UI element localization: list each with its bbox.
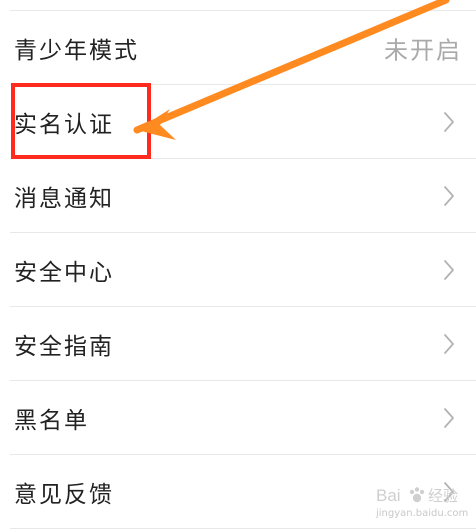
settings-item-label: 青少年模式	[14, 38, 139, 64]
settings-item-feedback[interactable]: 意见反馈	[0, 455, 476, 529]
settings-item-label: 安全中心	[14, 260, 114, 286]
settings-item-blacklist[interactable]: 黑名单	[0, 381, 476, 455]
settings-item-security-guide[interactable]: 安全指南	[0, 307, 476, 381]
settings-item-security-center[interactable]: 安全中心	[0, 233, 476, 307]
chevron-right-icon	[442, 480, 456, 504]
chevron-right-icon	[442, 110, 456, 134]
chevron-right-icon	[442, 258, 456, 282]
settings-list: 青少年模式 未开启 实名认证 消息通知 安全中心 安全指南 黑名单 意见反馈	[0, 0, 476, 530]
chevron-right-icon	[442, 184, 456, 208]
settings-item-real-name-verification[interactable]: 实名认证	[0, 85, 476, 159]
settings-item-label: 实名认证	[14, 112, 114, 138]
chevron-right-icon	[442, 406, 456, 430]
row-divider	[10, 528, 476, 529]
settings-item-youth-mode[interactable]: 青少年模式 未开启	[0, 11, 476, 85]
settings-item-notifications[interactable]: 消息通知	[0, 159, 476, 233]
settings-item-label: 黑名单	[14, 408, 89, 434]
settings-item-label: 安全指南	[14, 334, 114, 360]
settings-item-label: 消息通知	[14, 186, 114, 212]
settings-item-status: 未开启	[384, 36, 462, 65]
settings-item-label: 意见反馈	[14, 482, 114, 508]
chevron-right-icon	[442, 332, 456, 356]
